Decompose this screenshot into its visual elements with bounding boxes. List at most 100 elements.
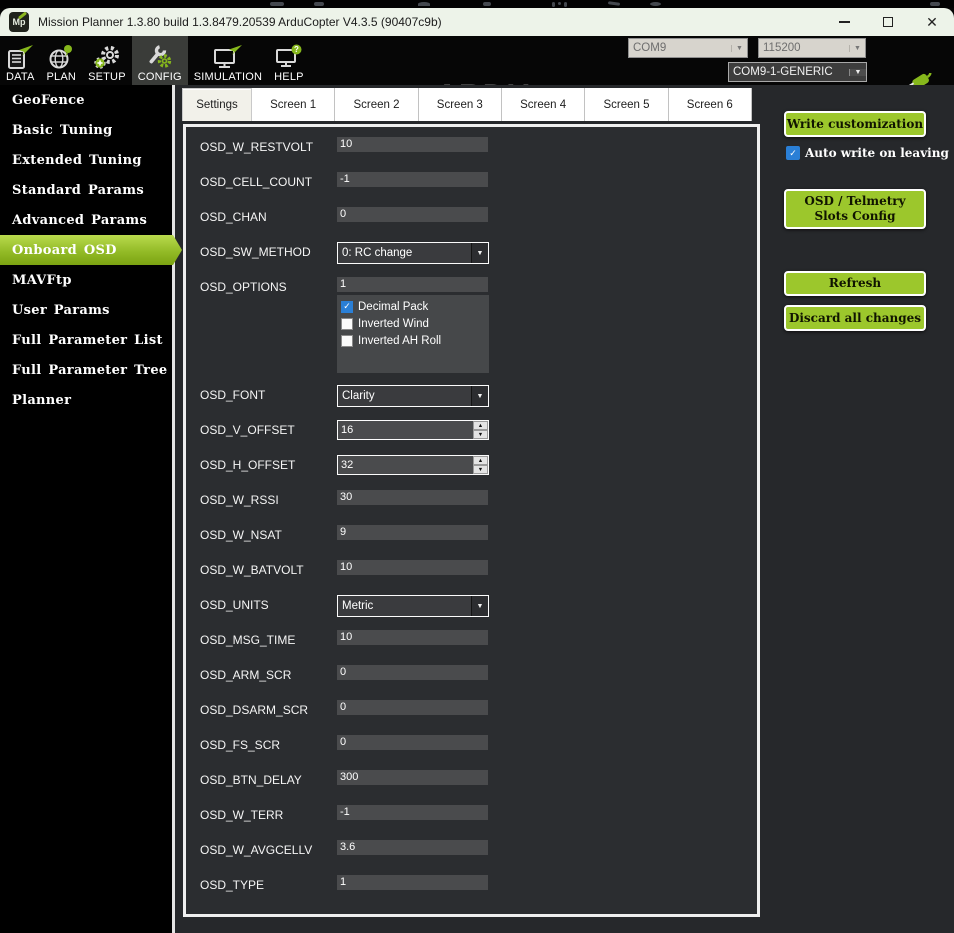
param-row: OSD_BTN_DELAY 300	[200, 764, 757, 799]
sidebar-item[interactable]: Advanced Params	[0, 205, 172, 235]
maximize-icon	[883, 17, 893, 27]
sidebar-item[interactable]: Extended Tuning	[0, 145, 172, 175]
nav-help-button[interactable]: ? HELP	[268, 36, 310, 85]
write-customization-button[interactable]: Write customization	[784, 111, 926, 137]
checkbox-inverted-ah-roll[interactable]: ✓	[341, 335, 353, 347]
connection-string-select[interactable]: COM9-1-GENERIC ▼	[728, 62, 867, 82]
baud-rate-select[interactable]: 115200 ▼	[758, 38, 866, 58]
param-row: OSD_W_BATVOLT 10	[200, 554, 757, 589]
config-sidebar: GeoFence Basic Tuning Extended Tuning St…	[0, 85, 172, 933]
chevron-down-icon: ▼	[731, 45, 747, 52]
sidebar-item[interactable]: Basic Tuning	[0, 115, 172, 145]
param-text-input[interactable]: 10	[337, 630, 488, 645]
chevron-down-icon[interactable]: ▼	[471, 596, 488, 616]
checkbox-decimal-pack[interactable]: ✓	[341, 301, 353, 313]
param-text-input[interactable]: 0	[337, 700, 488, 715]
auto-write-label: Auto write on leaving	[805, 146, 949, 160]
tab[interactable]: Screen 6	[669, 88, 752, 121]
option-row: ✓ Decimal Pack	[341, 298, 489, 315]
maximize-button[interactable]	[866, 8, 910, 36]
param-dropdown[interactable]: 0: RC change ▼	[337, 242, 489, 264]
param-row: OSD_ARM_SCR 0	[200, 659, 757, 694]
param-label: OSD_TYPE	[200, 869, 337, 892]
window-title: Mission Planner 1.3.80 build 1.3.8479.20…	[38, 15, 442, 29]
param-text-input[interactable]: 10	[337, 137, 488, 152]
param-label: OSD_BTN_DELAY	[200, 764, 337, 787]
param-label: OSD_SW_METHOD	[200, 236, 337, 259]
globe-plan-icon	[47, 43, 75, 70]
param-label: OSD_V_OFFSET	[200, 414, 337, 437]
param-text-input[interactable]: 300	[337, 770, 488, 785]
param-row: OSD_W_RESTVOLT 10	[200, 131, 757, 166]
sidebar-item[interactable]: Full Parameter Tree	[0, 355, 172, 385]
app-icon: Mp	[9, 12, 29, 32]
nav-setup-button[interactable]: SETUP	[82, 36, 132, 85]
close-icon: ✕	[926, 15, 938, 29]
mission-planner-window: Mp Mission Planner 1.3.80 build 1.3.8479…	[0, 0, 954, 933]
param-text-input[interactable]: -1	[337, 172, 488, 187]
spinner-up-button[interactable]: ▲	[473, 456, 488, 465]
spinner-up-button[interactable]: ▲	[473, 421, 488, 430]
param-text-input[interactable]: 1	[337, 277, 488, 292]
tab[interactable]: Screen 1	[252, 88, 335, 121]
discard-all-changes-button[interactable]: Discard all changes	[784, 305, 926, 331]
minimize-icon	[839, 21, 850, 23]
param-text-input[interactable]: 1	[337, 875, 488, 890]
sidebar-item[interactable]: Onboard OSD	[0, 235, 182, 265]
param-spinner[interactable]: 32 ▲ ▼	[337, 455, 489, 475]
checkbox-inverted-wind[interactable]: ✓	[341, 318, 353, 330]
param-dropdown[interactable]: Clarity ▼	[337, 385, 489, 407]
param-spinner[interactable]: 16 ▲ ▼	[337, 420, 489, 440]
param-label: OSD_OPTIONS	[200, 271, 337, 294]
nav-plan-button[interactable]: PLAN	[41, 36, 83, 85]
check-icon: ✓	[789, 149, 797, 158]
param-dropdown[interactable]: Metric ▼	[337, 595, 489, 617]
sidebar-item[interactable]: Full Parameter List	[0, 325, 172, 355]
simulation-monitor-icon	[213, 43, 243, 70]
param-label: OSD_W_BATVOLT	[200, 554, 337, 577]
sidebar-item[interactable]: MAVFtp	[0, 265, 172, 295]
sidebar-item[interactable]: GeoFence	[0, 85, 172, 115]
param-row: OSD_DSARM_SCR 0	[200, 694, 757, 729]
param-text-input[interactable]: 0	[337, 735, 488, 750]
param-row: OSD_TYPE 1	[200, 869, 757, 904]
nav-simulation-button[interactable]: SIMULATION	[188, 36, 268, 85]
param-label: OSD_CHAN	[200, 201, 337, 224]
spinner-down-button[interactable]: ▼	[473, 465, 488, 474]
flight-data-icon	[6, 43, 34, 70]
param-text-input[interactable]: 3.6	[337, 840, 488, 855]
param-row: OSD_SW_METHOD 0: RC change ▼	[200, 236, 757, 271]
param-label: OSD_ARM_SCR	[200, 659, 337, 682]
param-row: OSD_W_RSSI 30	[200, 484, 757, 519]
nav-data-button[interactable]: DATA	[0, 36, 41, 85]
minimize-button[interactable]	[822, 8, 866, 36]
osd-settings-panel: OSD_W_RESTVOLT 10 OSD_CELL_COUNT -1	[183, 124, 760, 917]
spinner-down-button[interactable]: ▼	[473, 430, 488, 439]
sidebar-item[interactable]: Planner	[0, 385, 172, 415]
chevron-down-icon[interactable]: ▼	[471, 386, 488, 406]
chevron-down-icon[interactable]: ▼	[471, 243, 488, 263]
refresh-button[interactable]: Refresh	[784, 271, 926, 296]
param-text-input[interactable]: -1	[337, 805, 488, 820]
nav-config-button[interactable]: CONFIG	[132, 36, 188, 85]
param-text-input[interactable]: 0	[337, 665, 488, 680]
param-row: OSD_W_AVGCELLV 3.6	[200, 834, 757, 869]
tab[interactable]: Screen 2	[335, 88, 418, 121]
com-port-select[interactable]: COM9 ▼	[628, 38, 748, 58]
param-text-input[interactable]: 9	[337, 525, 488, 540]
param-label: OSD_DSARM_SCR	[200, 694, 337, 717]
param-row: OSD_FONT Clarity ▼	[200, 379, 757, 414]
auto-write-checkbox[interactable]: ✓	[786, 146, 800, 160]
tab[interactable]: Settings	[182, 88, 252, 121]
close-button[interactable]: ✕	[910, 8, 954, 36]
sidebar-item[interactable]: Standard Params	[0, 175, 172, 205]
param-text-input[interactable]: 10	[337, 560, 488, 575]
tab[interactable]: Screen 3	[419, 88, 502, 121]
param-text-input[interactable]: 0	[337, 207, 488, 222]
sidebar-item[interactable]: User Params	[0, 295, 172, 325]
param-label: OSD_W_RSSI	[200, 484, 337, 507]
osd-telemetry-slots-config-button[interactable]: OSD / Telmetry Slots Config	[784, 189, 926, 229]
param-text-input[interactable]: 30	[337, 490, 488, 505]
tab[interactable]: Screen 5	[585, 88, 668, 121]
tab[interactable]: Screen 4	[502, 88, 585, 121]
